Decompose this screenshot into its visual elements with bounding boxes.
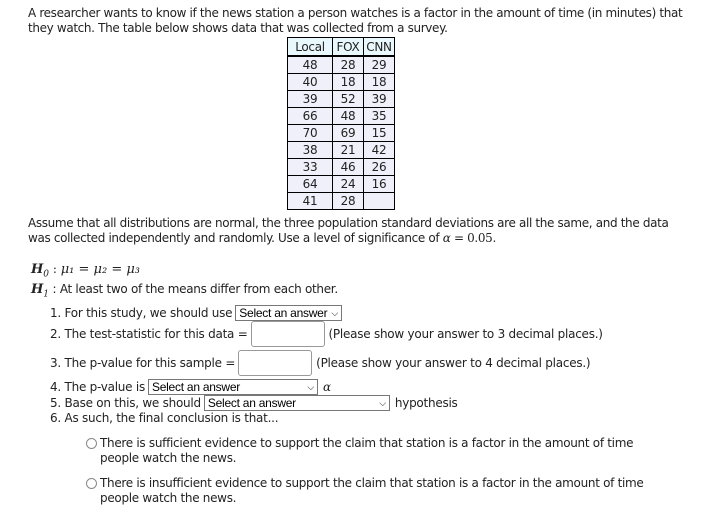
q2-note: (Please show your answer to 3 decimal pl… bbox=[328, 327, 603, 341]
data-table: Local FOX CNN 48 28 29 40 18 18 39 52 39 66 48 35 70… bbox=[287, 37, 395, 210]
question-1: 1. For this study, we should use Select … bbox=[50, 305, 342, 321]
table-cell-fox: 52 bbox=[332, 90, 364, 108]
table-cell-fox: 69 bbox=[332, 124, 364, 142]
alpha-value: = 0.05 bbox=[450, 231, 493, 245]
question-4: 4. The p-value is Select an answer ⌵ α bbox=[50, 379, 331, 395]
table-cell-local: 41 bbox=[287, 192, 333, 210]
alternative-hypothesis: H1 : At least two of the means differ fr… bbox=[31, 282, 338, 300]
assumptions-period: . bbox=[492, 231, 496, 245]
assumptions-text: Assume that all distributions are normal… bbox=[28, 216, 688, 246]
test-statistic-input[interactable] bbox=[250, 321, 325, 347]
null-hypothesis: H0 : μ₁ = μ₂ = μ₃ bbox=[31, 262, 140, 280]
table-cell-cnn: 15 bbox=[363, 124, 395, 142]
table-header-row: Local FOX CNN bbox=[287, 37, 395, 57]
table-cell-fox: 28 bbox=[332, 192, 364, 210]
p-value-input[interactable] bbox=[238, 350, 313, 376]
hypotheses: H0 : μ₁ = μ₂ = μ₃ H1 : At least two of t… bbox=[31, 262, 338, 303]
header-local: Local bbox=[287, 37, 333, 57]
chevron-down-icon: ⌵ bbox=[379, 397, 386, 408]
table-cell-cnn: 26 bbox=[363, 158, 395, 176]
table-cell-fox: 24 bbox=[332, 175, 364, 193]
table-cell-local: 48 bbox=[287, 55, 333, 74]
table-cell-fox: 18 bbox=[332, 73, 364, 91]
table-cell-cnn: 35 bbox=[363, 107, 395, 125]
table-cell-local: 40 bbox=[287, 73, 333, 91]
q5-label: 5. Base on this, we should bbox=[50, 396, 201, 410]
conclusion-option-insufficient[interactable]: There is insufficient evidence to suppor… bbox=[86, 476, 666, 506]
table-cell-local: 33 bbox=[287, 158, 333, 176]
table-cell-cnn: 39 bbox=[363, 90, 395, 108]
table-cell-local: 38 bbox=[287, 141, 333, 159]
table-row: 38 21 42 bbox=[287, 141, 395, 159]
conclusion-option-sufficient[interactable]: There is sufficient evidence to support … bbox=[86, 436, 666, 466]
p-value-comparison-select[interactable]: Select an answer ⌵ bbox=[147, 379, 318, 395]
hypothesis-decision-select[interactable]: Select an answer ⌵ bbox=[203, 395, 390, 411]
q3-label: 3. The p-value for this sample = bbox=[50, 356, 236, 370]
q5-select-value: Select an answer bbox=[207, 396, 296, 410]
q4-label: 4. The p-value is bbox=[50, 380, 145, 394]
question-5: 5. Base on this, we should Select an ans… bbox=[50, 395, 458, 411]
table-cell-cnn: 18 bbox=[363, 73, 395, 91]
header-cnn: CNN bbox=[363, 37, 395, 57]
chevron-down-icon: ⌵ bbox=[331, 307, 338, 318]
chevron-down-icon: ⌵ bbox=[307, 381, 314, 392]
table-cell-cnn bbox=[363, 192, 395, 210]
question-3: 3. The p-value for this sample = (Please… bbox=[50, 350, 591, 376]
table-cell-fox: 21 bbox=[332, 141, 364, 159]
q1-select-value: Select an answer bbox=[239, 306, 328, 320]
intro-text: A researcher wants to know if the news s… bbox=[28, 6, 683, 35]
question-6: 6. As such, the final conclusion is that… bbox=[50, 411, 279, 425]
q1-label: 1. For this study, we should use bbox=[50, 306, 233, 320]
assumptions-body: Assume that all distributions are normal… bbox=[28, 216, 669, 245]
table-cell-fox: 46 bbox=[332, 158, 364, 176]
q3-note: (Please show your answer to 4 decimal pl… bbox=[316, 356, 591, 370]
table-cell-fox: 28 bbox=[332, 55, 364, 74]
h1-label: H bbox=[31, 282, 44, 298]
h0-label: H bbox=[31, 262, 44, 277]
conclusion-text: There is sufficient evidence to support … bbox=[100, 436, 634, 465]
q4-select-value: Select an answer bbox=[151, 380, 241, 394]
table-cell-fox: 48 bbox=[332, 107, 364, 125]
radio-button[interactable] bbox=[86, 478, 97, 489]
table-cell-cnn: 42 bbox=[363, 141, 395, 159]
q2-label: 2. The test-statistic for this data = bbox=[50, 327, 248, 341]
table-cell-cnn: 29 bbox=[363, 55, 395, 74]
table-row: 41 28 bbox=[287, 192, 395, 210]
table-row: 64 24 16 bbox=[287, 175, 395, 193]
q6-label: 6. As such, the final conclusion is that… bbox=[50, 411, 279, 425]
alpha-symbol: α bbox=[442, 231, 451, 245]
header-fox: FOX bbox=[332, 37, 364, 57]
table-cell-local: 64 bbox=[287, 175, 333, 193]
table-cell-local: 39 bbox=[287, 90, 333, 108]
radio-button[interactable] bbox=[86, 438, 97, 449]
h1-text: At least two of the means differ from ea… bbox=[59, 282, 338, 297]
conclusion-text: There is insufficient evidence to suppor… bbox=[100, 476, 644, 505]
table-row: 66 48 35 bbox=[287, 107, 395, 125]
question-2: 2. The test-statistic for this data = (P… bbox=[50, 321, 603, 347]
h0-expression: μ₁ = μ₂ = μ₃ bbox=[60, 262, 140, 277]
table-cell-cnn: 16 bbox=[363, 175, 395, 193]
table-row: 39 52 39 bbox=[287, 90, 395, 108]
table-row: 33 46 26 bbox=[287, 158, 395, 176]
table-row: 70 69 15 bbox=[287, 124, 395, 142]
alpha-symbol: α bbox=[322, 380, 331, 394]
q5-suffix: hypothesis bbox=[394, 396, 458, 410]
table-row: 40 18 18 bbox=[287, 73, 395, 91]
table-cell-local: 66 bbox=[287, 107, 333, 125]
table-row: 48 28 29 bbox=[287, 55, 395, 74]
table-cell-local: 70 bbox=[287, 124, 333, 142]
test-type-select[interactable]: Select an answer ⌵ bbox=[235, 305, 342, 321]
